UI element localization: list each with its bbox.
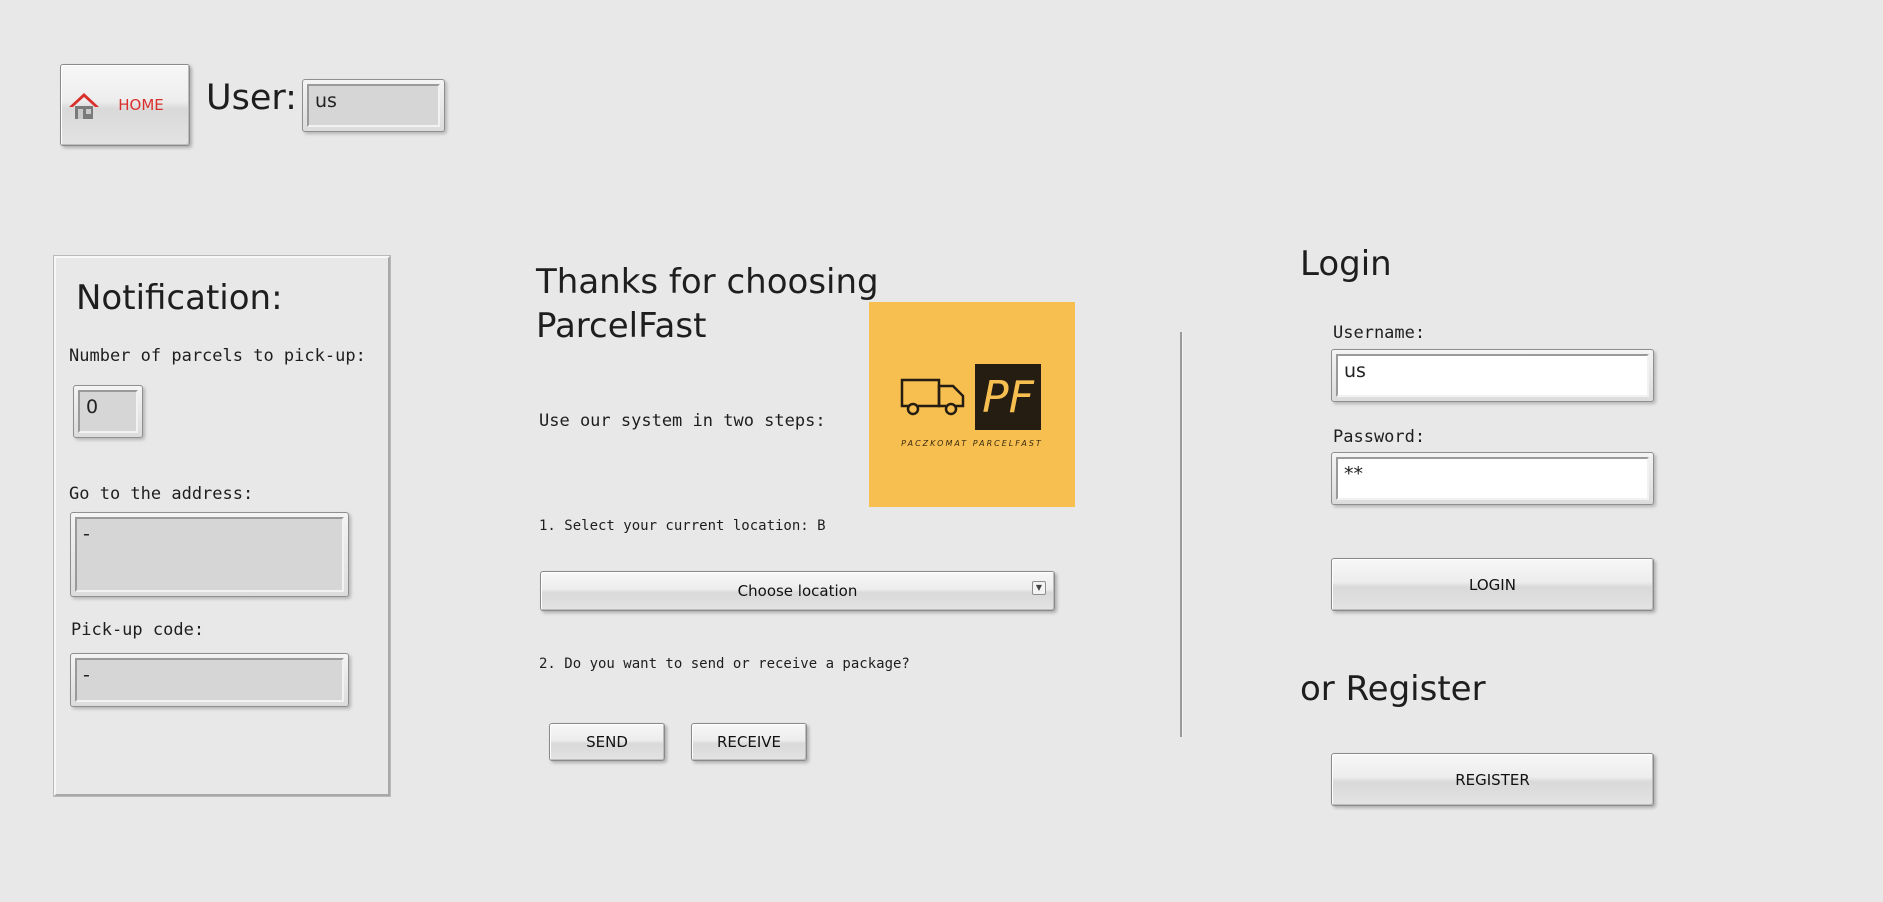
home-icon xyxy=(67,89,101,123)
register-button-label: REGISTER xyxy=(1455,770,1530,789)
location-dropdown[interactable]: Choose location ▼ xyxy=(540,571,1055,611)
username-label: Username: xyxy=(1333,323,1426,343)
register-title: or Register xyxy=(1300,669,1486,709)
logo-initials: PF xyxy=(975,364,1041,430)
parcels-count-label: Number of parcels to pick-up: xyxy=(69,346,366,366)
receive-label: RECEIVE xyxy=(716,733,781,751)
truck-icon xyxy=(899,374,967,418)
pickup-code-field: - xyxy=(70,653,349,707)
home-button[interactable]: HOME xyxy=(60,64,190,146)
receive-button[interactable]: RECEIVE xyxy=(691,723,807,761)
username-field[interactable]: us xyxy=(1331,349,1654,402)
home-label: HOME xyxy=(118,96,164,114)
address-label: Go to the address: xyxy=(69,484,254,504)
logo-caption: PACZKOMAT PARCELFAST xyxy=(901,439,1043,448)
parcelfast-logo: PF PACZKOMAT PARCELFAST xyxy=(869,302,1075,507)
user-field: us xyxy=(302,79,445,132)
user-value: us xyxy=(307,84,440,127)
vertical-separator xyxy=(1180,332,1183,737)
address-field: - xyxy=(70,512,349,597)
pickup-code-label: Pick-up code: xyxy=(71,620,205,640)
step2-text: 2. Do you want to send or receive a pack… xyxy=(539,656,910,672)
register-button[interactable]: REGISTER xyxy=(1331,753,1654,806)
login-button[interactable]: LOGIN xyxy=(1331,558,1654,611)
login-button-label: LOGIN xyxy=(1469,575,1516,594)
password-field[interactable]: ** xyxy=(1331,452,1654,505)
parcels-count-value: 0 xyxy=(78,390,138,433)
user-label: User: xyxy=(206,78,297,118)
address-value: - xyxy=(75,517,344,592)
parcels-count-field: 0 xyxy=(73,385,143,438)
password-label: Password: xyxy=(1333,427,1426,447)
main-title-line2: ParcelFast xyxy=(536,306,707,346)
notification-title: Notification: xyxy=(76,278,283,318)
intro-text: Use our system in two steps: xyxy=(539,411,826,431)
login-title: Login xyxy=(1300,244,1392,284)
password-input[interactable]: ** xyxy=(1336,457,1649,500)
main-title-line1: Thanks for choosing xyxy=(536,262,879,302)
username-input[interactable]: us xyxy=(1336,354,1649,397)
chevron-down-icon[interactable]: ▼ xyxy=(1032,581,1046,595)
pickup-code-value: - xyxy=(75,658,344,702)
location-dropdown-label: Choose location xyxy=(737,582,858,600)
send-button[interactable]: SEND xyxy=(549,723,665,761)
step1-text: 1. Select your current location: B xyxy=(539,518,826,534)
send-label: SEND xyxy=(586,733,628,751)
